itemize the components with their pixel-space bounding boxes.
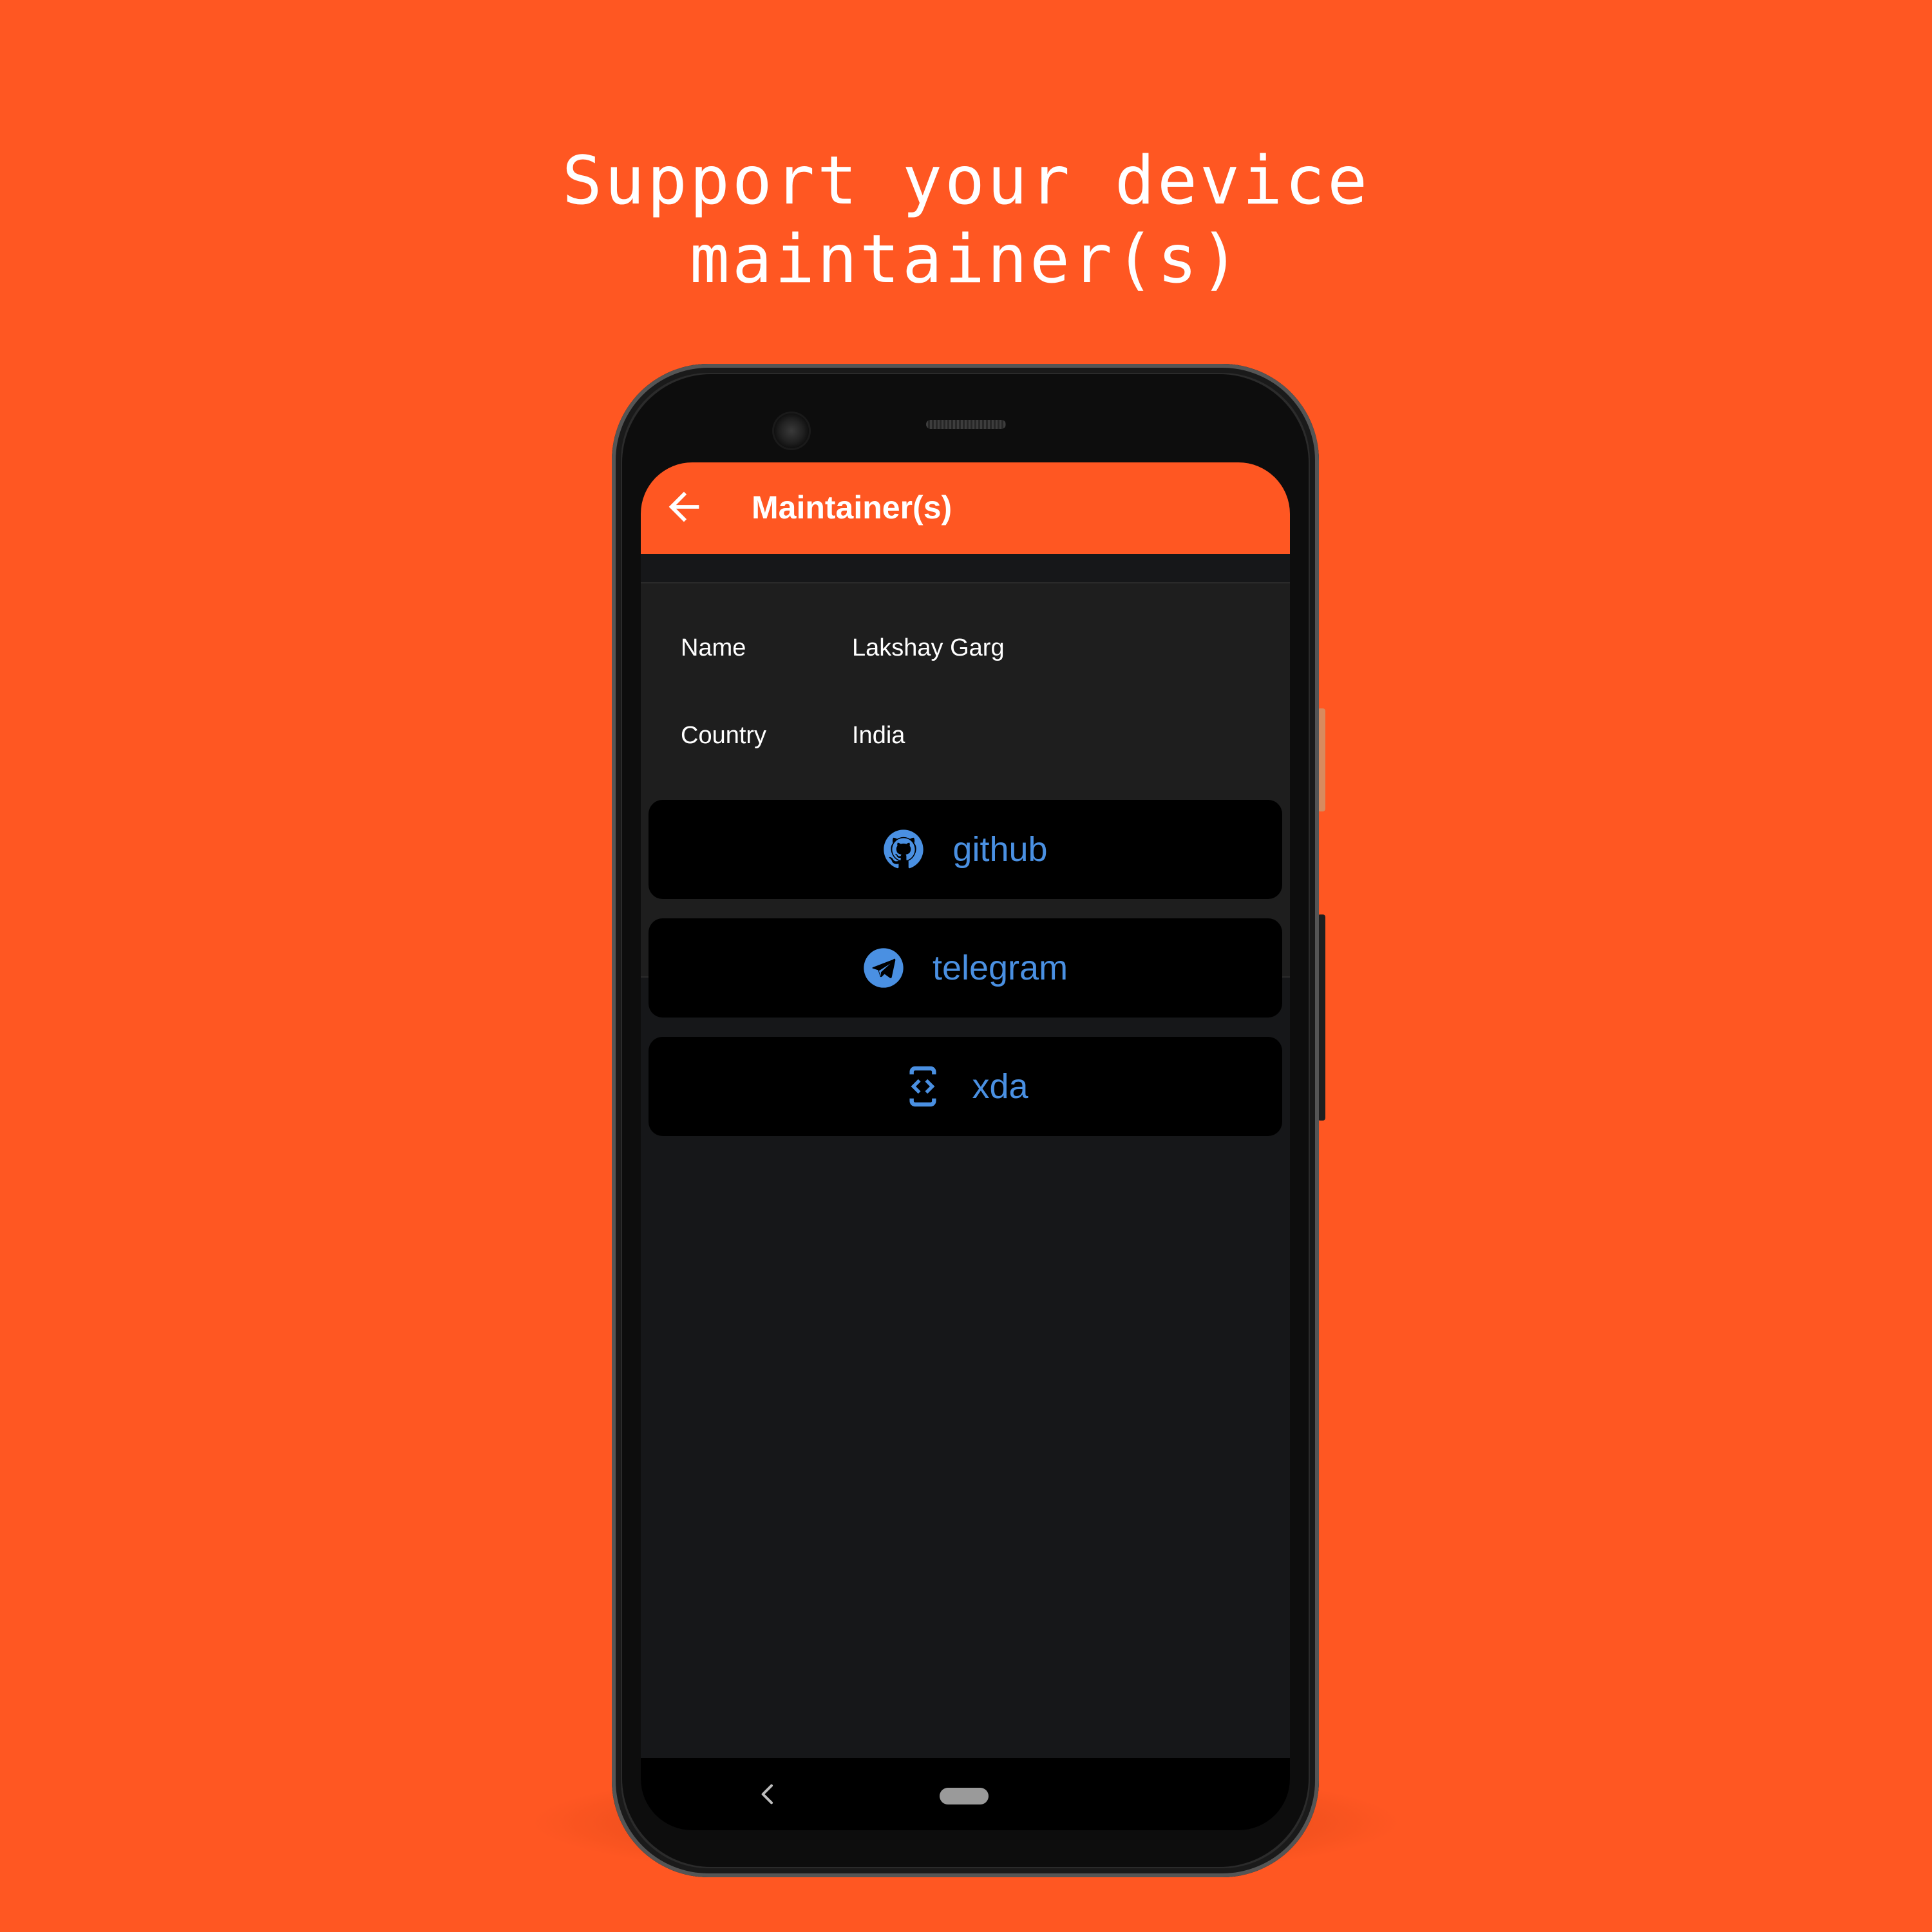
xda-label: xda	[972, 1067, 1028, 1106]
xda-button[interactable]: xda	[649, 1037, 1282, 1136]
github-icon	[884, 829, 924, 869]
country-label: Country	[681, 722, 767, 749]
telegram-icon	[864, 948, 904, 988]
country-value: India	[852, 722, 905, 749]
xda-icon	[909, 1066, 937, 1107]
arrow-left-icon[interactable]	[661, 484, 706, 529]
telegram-label: telegram	[932, 949, 1068, 987]
maintainer-card: Name Lakshay Garg Country India github t…	[641, 582, 1290, 1136]
headline-line-2: maintainer(s)	[689, 221, 1243, 298]
github-label: github	[952, 830, 1048, 869]
github-button[interactable]: github	[649, 800, 1282, 899]
front-camera	[774, 413, 809, 448]
home-pill-icon[interactable]	[940, 1788, 989, 1804]
earpiece-speaker	[926, 420, 1006, 429]
page-title: Maintainer(s)	[752, 489, 952, 526]
headline-line-1: Support your device	[562, 142, 1370, 220]
chevron-left-icon[interactable]	[755, 1781, 781, 1807]
phone-screen: Maintainer(s) Name Lakshay Garg Country …	[641, 462, 1290, 1830]
system-nav-bar	[641, 1758, 1290, 1830]
telegram-button[interactable]: telegram	[649, 918, 1282, 1018]
app-bar: Maintainer(s)	[641, 462, 1290, 554]
name-label: Name	[681, 634, 746, 661]
name-value: Lakshay Garg	[852, 634, 1005, 661]
headline: Support your device maintainer(s)	[0, 142, 1932, 299]
